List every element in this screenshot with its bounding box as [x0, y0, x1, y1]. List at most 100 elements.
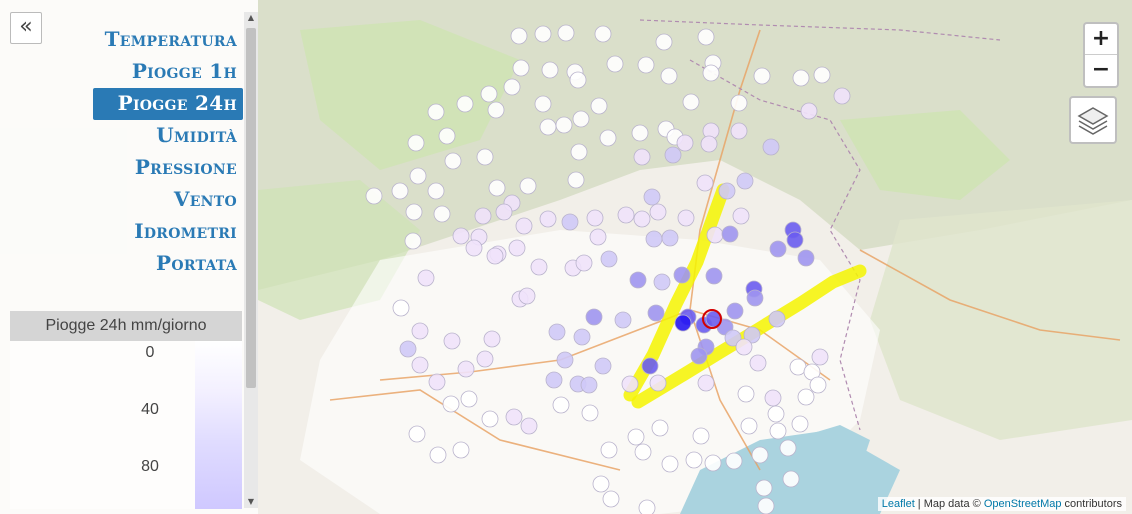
station-marker[interactable] [673, 266, 691, 284]
station-marker[interactable] [570, 143, 588, 161]
station-marker[interactable] [718, 182, 736, 200]
station-marker[interactable] [600, 250, 618, 268]
station-marker[interactable] [641, 357, 659, 375]
station-marker[interactable] [411, 356, 429, 374]
station-marker[interactable] [515, 217, 533, 235]
menu-item-piogge-24h[interactable]: Piogge 24h [93, 88, 243, 120]
station-marker[interactable] [692, 427, 710, 445]
station-marker[interactable] [590, 97, 608, 115]
station-marker[interactable] [483, 330, 501, 348]
station-marker[interactable] [417, 269, 435, 287]
station-marker[interactable] [735, 338, 753, 356]
station-marker[interactable] [510, 27, 528, 45]
station-marker[interactable] [452, 227, 470, 245]
station-marker[interactable] [405, 203, 423, 221]
station-marker[interactable] [634, 443, 652, 461]
station-marker[interactable] [428, 373, 446, 391]
scroll-thumb[interactable] [246, 28, 256, 388]
station-marker[interactable] [474, 207, 492, 225]
station-marker[interactable] [764, 389, 782, 407]
station-marker[interactable] [685, 451, 703, 469]
station-marker[interactable] [792, 69, 810, 87]
station-marker[interactable] [534, 95, 552, 113]
station-marker[interactable] [730, 122, 748, 140]
station-marker[interactable] [512, 59, 530, 77]
station-marker[interactable] [580, 376, 598, 394]
station-marker[interactable] [404, 232, 422, 250]
layers-button[interactable] [1069, 96, 1117, 144]
station-marker[interactable] [606, 55, 624, 73]
station-marker[interactable] [661, 229, 679, 247]
station-marker[interactable] [409, 167, 427, 185]
station-marker[interactable] [594, 357, 612, 375]
station-marker[interactable] [643, 188, 661, 206]
station-marker[interactable] [649, 374, 667, 392]
station-marker[interactable] [768, 310, 786, 328]
station-marker[interactable] [399, 340, 417, 358]
station-marker[interactable] [769, 422, 787, 440]
station-marker[interactable] [575, 254, 593, 272]
station-marker[interactable] [762, 138, 780, 156]
station-marker[interactable] [452, 441, 470, 459]
station-marker[interactable] [519, 177, 537, 195]
station-marker[interactable] [602, 490, 620, 508]
station-marker[interactable] [753, 67, 771, 85]
station-marker[interactable] [391, 182, 409, 200]
station-marker[interactable] [557, 24, 575, 42]
station-marker[interactable] [736, 172, 754, 190]
menu-item-pressione[interactable]: Pressione [93, 152, 243, 184]
menu-item-idrometri[interactable]: Idrometri [93, 216, 243, 248]
station-marker[interactable] [755, 479, 773, 497]
station-marker[interactable] [633, 210, 651, 228]
station-marker[interactable] [408, 425, 426, 443]
station-marker[interactable] [653, 273, 671, 291]
station-marker[interactable] [392, 299, 410, 317]
station-marker[interactable] [746, 289, 764, 307]
station-marker[interactable] [460, 390, 478, 408]
openstreetmap-link[interactable]: OpenStreetMap [984, 498, 1062, 510]
station-marker[interactable] [704, 454, 722, 472]
station-marker[interactable] [539, 210, 557, 228]
station-marker[interactable] [534, 25, 552, 43]
station-marker[interactable] [545, 371, 563, 389]
station-marker[interactable] [627, 428, 645, 446]
station-marker[interactable] [633, 148, 651, 166]
station-marker[interactable] [442, 395, 460, 413]
station-marker[interactable] [541, 61, 559, 79]
station-marker[interactable] [594, 25, 612, 43]
station-marker[interactable] [769, 240, 787, 258]
station-marker[interactable] [690, 347, 708, 365]
station-marker[interactable] [530, 258, 548, 276]
station-marker[interactable] [647, 304, 665, 322]
station-marker[interactable] [725, 452, 743, 470]
station-marker[interactable] [480, 85, 498, 103]
station-marker[interactable] [786, 231, 804, 249]
station-marker[interactable] [539, 118, 557, 136]
station-marker[interactable] [465, 239, 483, 257]
station-marker[interactable] [599, 129, 617, 147]
station-marker[interactable] [552, 396, 570, 414]
station-marker[interactable] [700, 135, 718, 153]
station-marker[interactable] [503, 78, 521, 96]
station-marker[interactable] [797, 388, 815, 406]
station-marker[interactable] [427, 182, 445, 200]
station-marker[interactable] [660, 67, 678, 85]
station-marker[interactable] [556, 351, 574, 369]
station-marker[interactable] [800, 102, 818, 120]
menu-item-portata[interactable]: Portata [93, 248, 243, 280]
station-marker[interactable] [411, 322, 429, 340]
station-marker[interactable] [721, 225, 739, 243]
station-marker[interactable] [487, 101, 505, 119]
station-marker[interactable] [365, 187, 383, 205]
station-marker[interactable] [586, 209, 604, 227]
station-marker[interactable] [548, 323, 566, 341]
station-marker[interactable] [682, 93, 700, 111]
station-marker[interactable] [585, 308, 603, 326]
station-marker[interactable] [833, 87, 851, 105]
panel-scrollbar[interactable]: ▲ ▼ [244, 12, 258, 508]
station-marker[interactable] [555, 116, 573, 134]
menu-item-vento[interactable]: Vento [93, 184, 243, 216]
station-marker[interactable] [592, 475, 610, 493]
station-marker[interactable] [629, 271, 647, 289]
station-marker[interactable] [614, 311, 632, 329]
